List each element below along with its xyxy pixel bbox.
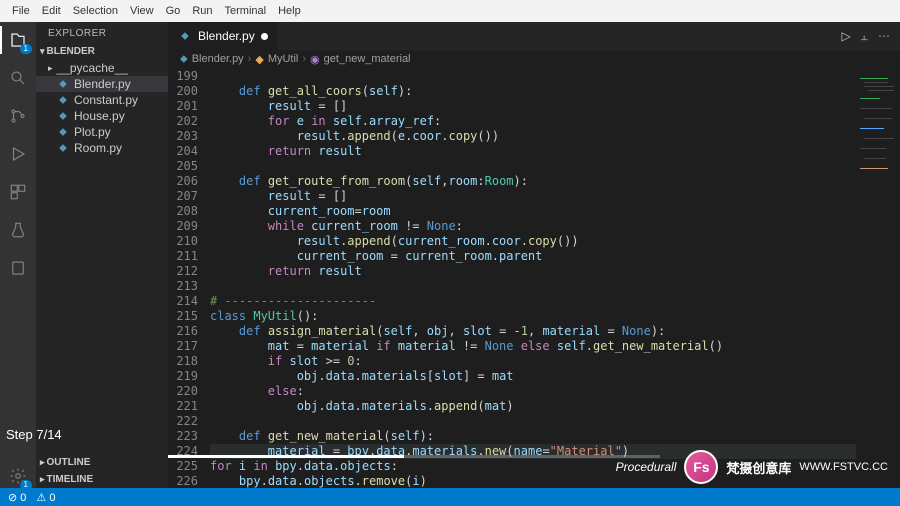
file-plot[interactable]: ⬥Plot.py	[36, 124, 168, 140]
menu-terminal[interactable]: Terminal	[219, 5, 273, 17]
tab-bar: ⬥ Blender.py ▷ ⫠ ⋯	[168, 22, 900, 50]
python-icon: ⬥	[56, 78, 70, 91]
settings-icon[interactable]: 1	[6, 464, 30, 488]
menu-bar: File Edit Selection View Go Run Terminal…	[0, 0, 900, 22]
testing-icon[interactable]	[6, 218, 30, 242]
watermark-url: WWW.FSTVC.CC	[799, 461, 888, 473]
editor-actions: ▷ ⫠ ⋯	[841, 22, 900, 50]
bookmark-icon[interactable]	[6, 256, 30, 280]
file-blender[interactable]: ⬥Blender.py	[36, 76, 168, 92]
run-icon[interactable]: ▷	[841, 29, 850, 43]
source-control-icon[interactable]	[6, 104, 30, 128]
extensions-icon[interactable]	[6, 180, 30, 204]
more-icon[interactable]: ⋯	[878, 29, 890, 43]
settings-badge: 1	[20, 480, 32, 490]
watermark: Procedurall Fs 梵摄创意库 WWW.FSTVC.CC	[616, 450, 888, 484]
status-bar: ⊘ 0 ⚠ 0	[0, 488, 900, 506]
search-icon[interactable]	[6, 66, 30, 90]
explorer-badge: 1	[20, 44, 32, 54]
file-constant[interactable]: ⬥Constant.py	[36, 92, 168, 108]
status-warnings[interactable]: ⚠ 0	[36, 491, 55, 504]
tab-blender[interactable]: ⬥ Blender.py	[168, 22, 279, 50]
chevron-down-icon: ▾	[40, 46, 45, 57]
progress-bar[interactable]	[168, 455, 660, 458]
activity-bar: 1 1	[0, 22, 36, 488]
method-icon: ◉	[310, 53, 320, 66]
file-room[interactable]: ⬥Room.py	[36, 140, 168, 156]
timeline-section[interactable]: ▸TIMELINE	[36, 471, 168, 488]
breadcrumb[interactable]: ⬥ Blender.py› ◆ MyUtil› ◉ get_new_materi…	[168, 50, 900, 68]
minimap[interactable]	[856, 68, 900, 488]
menu-edit[interactable]: Edit	[36, 5, 67, 17]
chevron-right-icon: ▸	[48, 63, 53, 74]
menu-view[interactable]: View	[124, 5, 160, 17]
menu-selection[interactable]: Selection	[67, 5, 124, 17]
folder-pycache[interactable]: ▸__pycache__	[36, 60, 168, 76]
python-icon: ⬥	[56, 142, 70, 155]
menu-go[interactable]: Go	[160, 5, 187, 17]
editor-body[interactable]: 199 200 201 202 203 204 205 206 207 208 …	[168, 68, 900, 488]
menu-file[interactable]: File	[6, 5, 36, 17]
class-icon: ◆	[255, 53, 263, 66]
folder-root[interactable]: ▾BLENDER	[36, 43, 168, 60]
step-indicator: Step 7/14	[0, 423, 68, 446]
line-gutter: 199 200 201 202 203 204 205 206 207 208 …	[168, 68, 210, 488]
python-icon: ⬥	[180, 53, 188, 66]
sidebar: EXPLORER ▾BLENDER ▸__pycache__ ⬥Blender.…	[36, 22, 168, 488]
menu-run[interactable]: Run	[186, 5, 218, 17]
explorer-title: EXPLORER	[36, 22, 168, 43]
chevron-right-icon: ▸	[40, 457, 45, 468]
status-errors[interactable]: ⊘ 0	[8, 491, 26, 504]
watermark-procedural: Procedurall	[616, 460, 677, 474]
code-content[interactable]: def get_all_coors(self): result = [] for…	[210, 68, 856, 488]
watermark-logo: Fs	[684, 450, 718, 484]
menu-help[interactable]: Help	[272, 5, 307, 17]
watermark-brand: 梵摄创意库	[726, 458, 791, 477]
python-icon: ⬥	[56, 94, 70, 107]
file-tree: ▸__pycache__ ⬥Blender.py ⬥Constant.py ⬥H…	[36, 60, 168, 156]
main-area: 1 1 EXPLORER ▾BLENDER ▸__pycache__ ⬥Blen…	[0, 22, 900, 488]
outline-section[interactable]: ▸OUTLINE	[36, 454, 168, 471]
file-house[interactable]: ⬥House.py	[36, 108, 168, 124]
python-icon: ⬥	[178, 30, 192, 43]
python-icon: ⬥	[56, 126, 70, 139]
python-icon: ⬥	[56, 110, 70, 123]
run-debug-icon[interactable]	[6, 142, 30, 166]
modified-dot-icon	[261, 33, 268, 40]
chevron-right-icon: ▸	[40, 474, 45, 485]
tab-label: Blender.py	[198, 29, 255, 43]
editor-area: ⬥ Blender.py ▷ ⫠ ⋯ ⬥ Blender.py› ◆ MyUti…	[168, 22, 900, 488]
progress-fill	[168, 455, 404, 458]
split-icon[interactable]: ⫠	[861, 29, 868, 44]
explorer-icon[interactable]: 1	[6, 28, 30, 52]
